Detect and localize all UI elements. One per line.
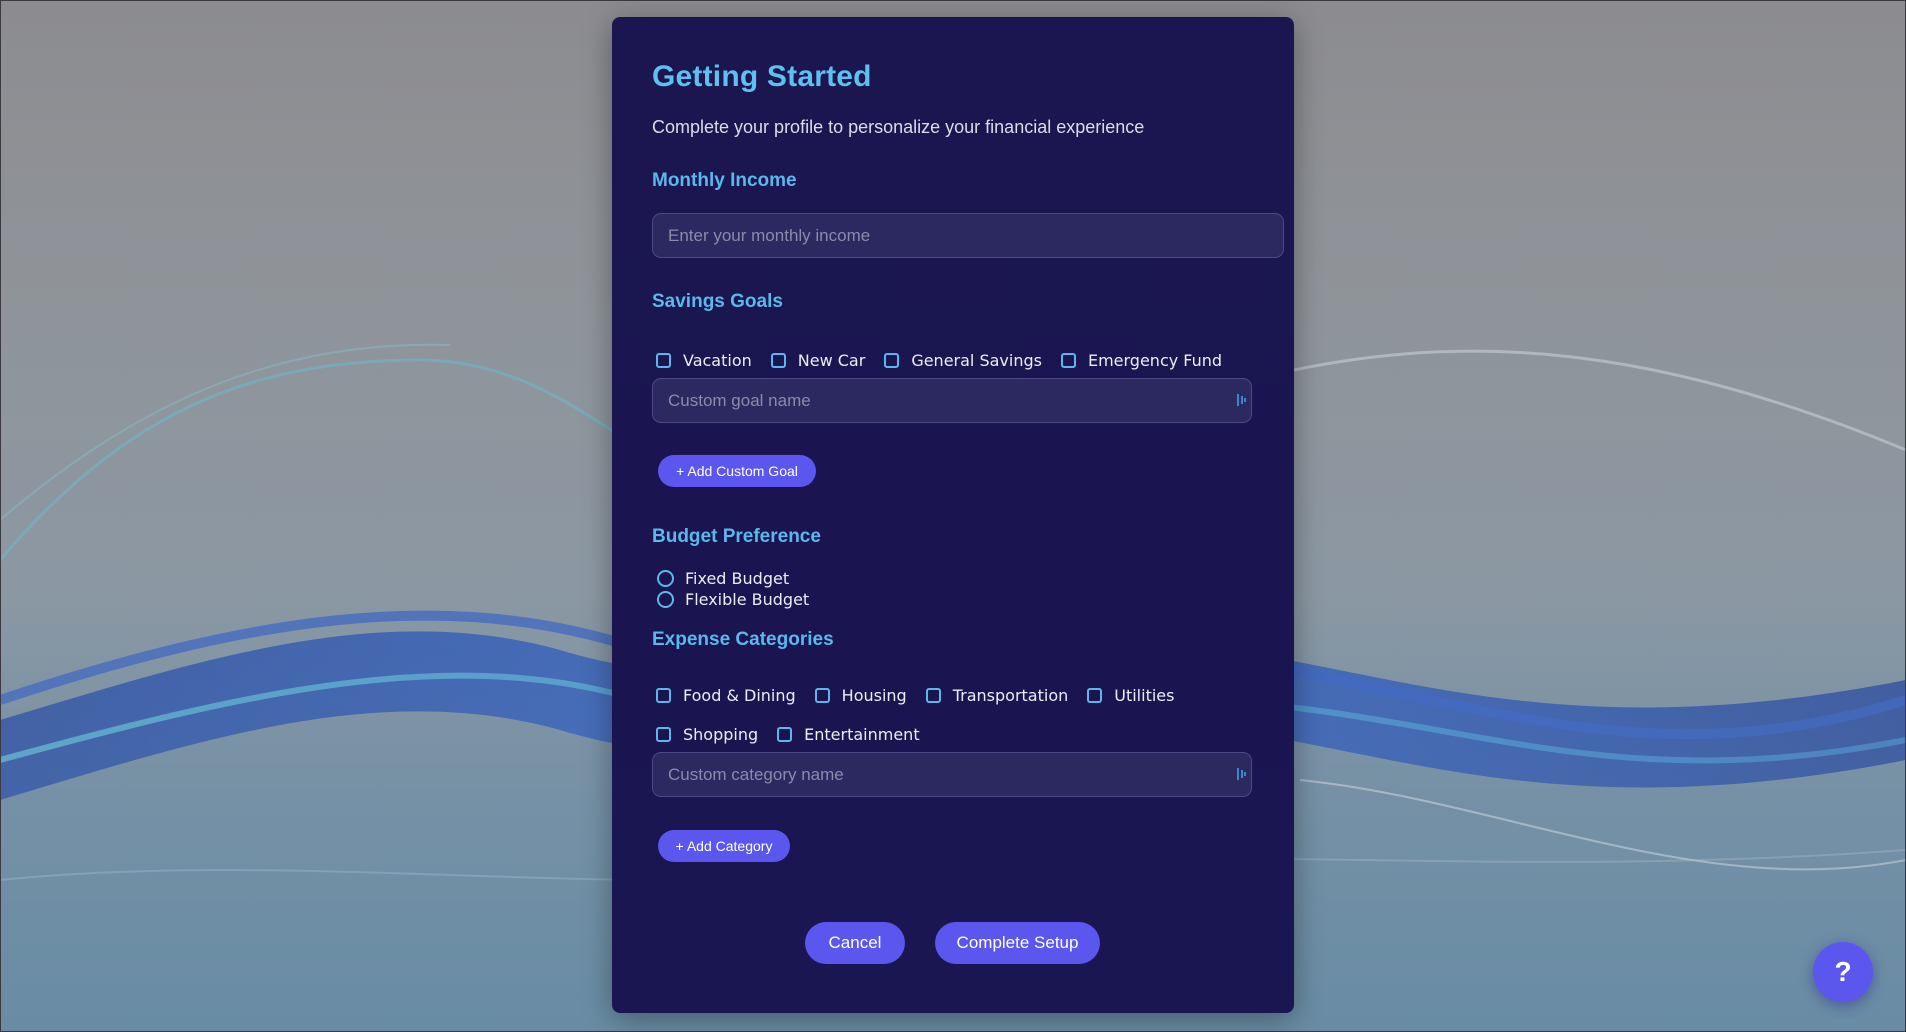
checkbox[interactable] [1060, 352, 1076, 368]
checkbox[interactable] [1087, 687, 1103, 703]
custom-category-input[interactable] [652, 752, 1252, 797]
budget-option-fixed[interactable]: Fixed Budget [657, 568, 789, 588]
budget-preference-label: Budget Preference [652, 526, 821, 547]
getting-started-dialog: Getting Started Complete your profile to… [612, 17, 1294, 1013]
expense-category-housing[interactable]: Housing [814, 685, 907, 705]
custom-category-field [652, 752, 1252, 797]
expense-category-shopping[interactable]: Shopping [656, 725, 758, 744]
cancel-button[interactable]: Cancel [805, 922, 905, 964]
savings-goal-label: Emergency Fund [1087, 350, 1223, 370]
dialog-subtitle: Complete your profile to personalize you… [652, 117, 1145, 137]
savings-goals-label: Savings Goals [652, 291, 783, 312]
expense-category-label: Utilities [1114, 685, 1175, 705]
checkbox[interactable] [656, 687, 671, 703]
expense-category-label: Housing [841, 685, 907, 705]
checkbox[interactable] [770, 352, 786, 368]
savings-goals-options: Vacation New Car General Savings Emergen… [656, 348, 1241, 372]
expense-category-label: Shopping [683, 724, 759, 744]
complete-setup-button[interactable]: Complete Setup [935, 922, 1100, 964]
expense-categories-row-1: Food & Dining Housing Transportation Uti… [656, 683, 1193, 707]
checkbox[interactable] [814, 687, 830, 703]
checkbox[interactable] [656, 726, 671, 742]
monthly-income-label: Monthly Income [652, 170, 797, 191]
expense-category-label: Transportation [952, 685, 1069, 705]
dialog-title: Getting Started [652, 60, 872, 93]
savings-goal-label: General Savings [911, 350, 1042, 370]
add-category-button[interactable]: + Add Category [658, 830, 790, 862]
checkbox[interactable] [884, 352, 900, 368]
savings-goal-new-car[interactable]: New Car [770, 350, 866, 370]
expense-category-entertainment[interactable]: Entertainment [777, 724, 920, 744]
savings-goal-label: New Car [797, 350, 866, 370]
help-button[interactable]: ? [1813, 942, 1873, 1002]
savings-goal-emergency-fund[interactable]: Emergency Fund [1060, 350, 1223, 370]
savings-goal-general-savings[interactable]: General Savings [884, 351, 1042, 370]
help-icon: ? [1834, 956, 1852, 987]
savings-goal-vacation[interactable]: Vacation [656, 351, 752, 370]
checkbox[interactable] [777, 726, 793, 742]
add-custom-goal-button[interactable]: + Add Custom Goal [658, 455, 816, 487]
expense-categories-row-2: Shopping Entertainment [656, 722, 939, 746]
grip-icon [1237, 768, 1246, 780]
expense-category-food-dining[interactable]: Food & Dining [656, 686, 796, 705]
custom-goal-field [652, 378, 1252, 423]
grip-icon [1237, 394, 1246, 406]
expense-categories-label: Expense Categories [652, 629, 834, 650]
radio-button[interactable] [657, 590, 674, 608]
radio-button[interactable] [657, 569, 674, 587]
budget-option-flexible[interactable]: Flexible Budget [657, 589, 809, 609]
expense-category-transportation[interactable]: Transportation [925, 685, 1069, 705]
expense-category-label: Food & Dining [683, 685, 796, 705]
savings-goal-label: Vacation [683, 350, 752, 370]
expense-category-label: Entertainment [804, 724, 920, 744]
budget-option-label: Fixed Budget [685, 568, 790, 588]
checkbox[interactable] [656, 352, 671, 368]
monthly-income-input[interactable] [652, 213, 1284, 258]
checkbox[interactable] [925, 687, 941, 703]
budget-option-label: Flexible Budget [685, 589, 810, 609]
custom-goal-input[interactable] [652, 378, 1252, 423]
expense-category-utilities[interactable]: Utilities [1087, 686, 1174, 705]
